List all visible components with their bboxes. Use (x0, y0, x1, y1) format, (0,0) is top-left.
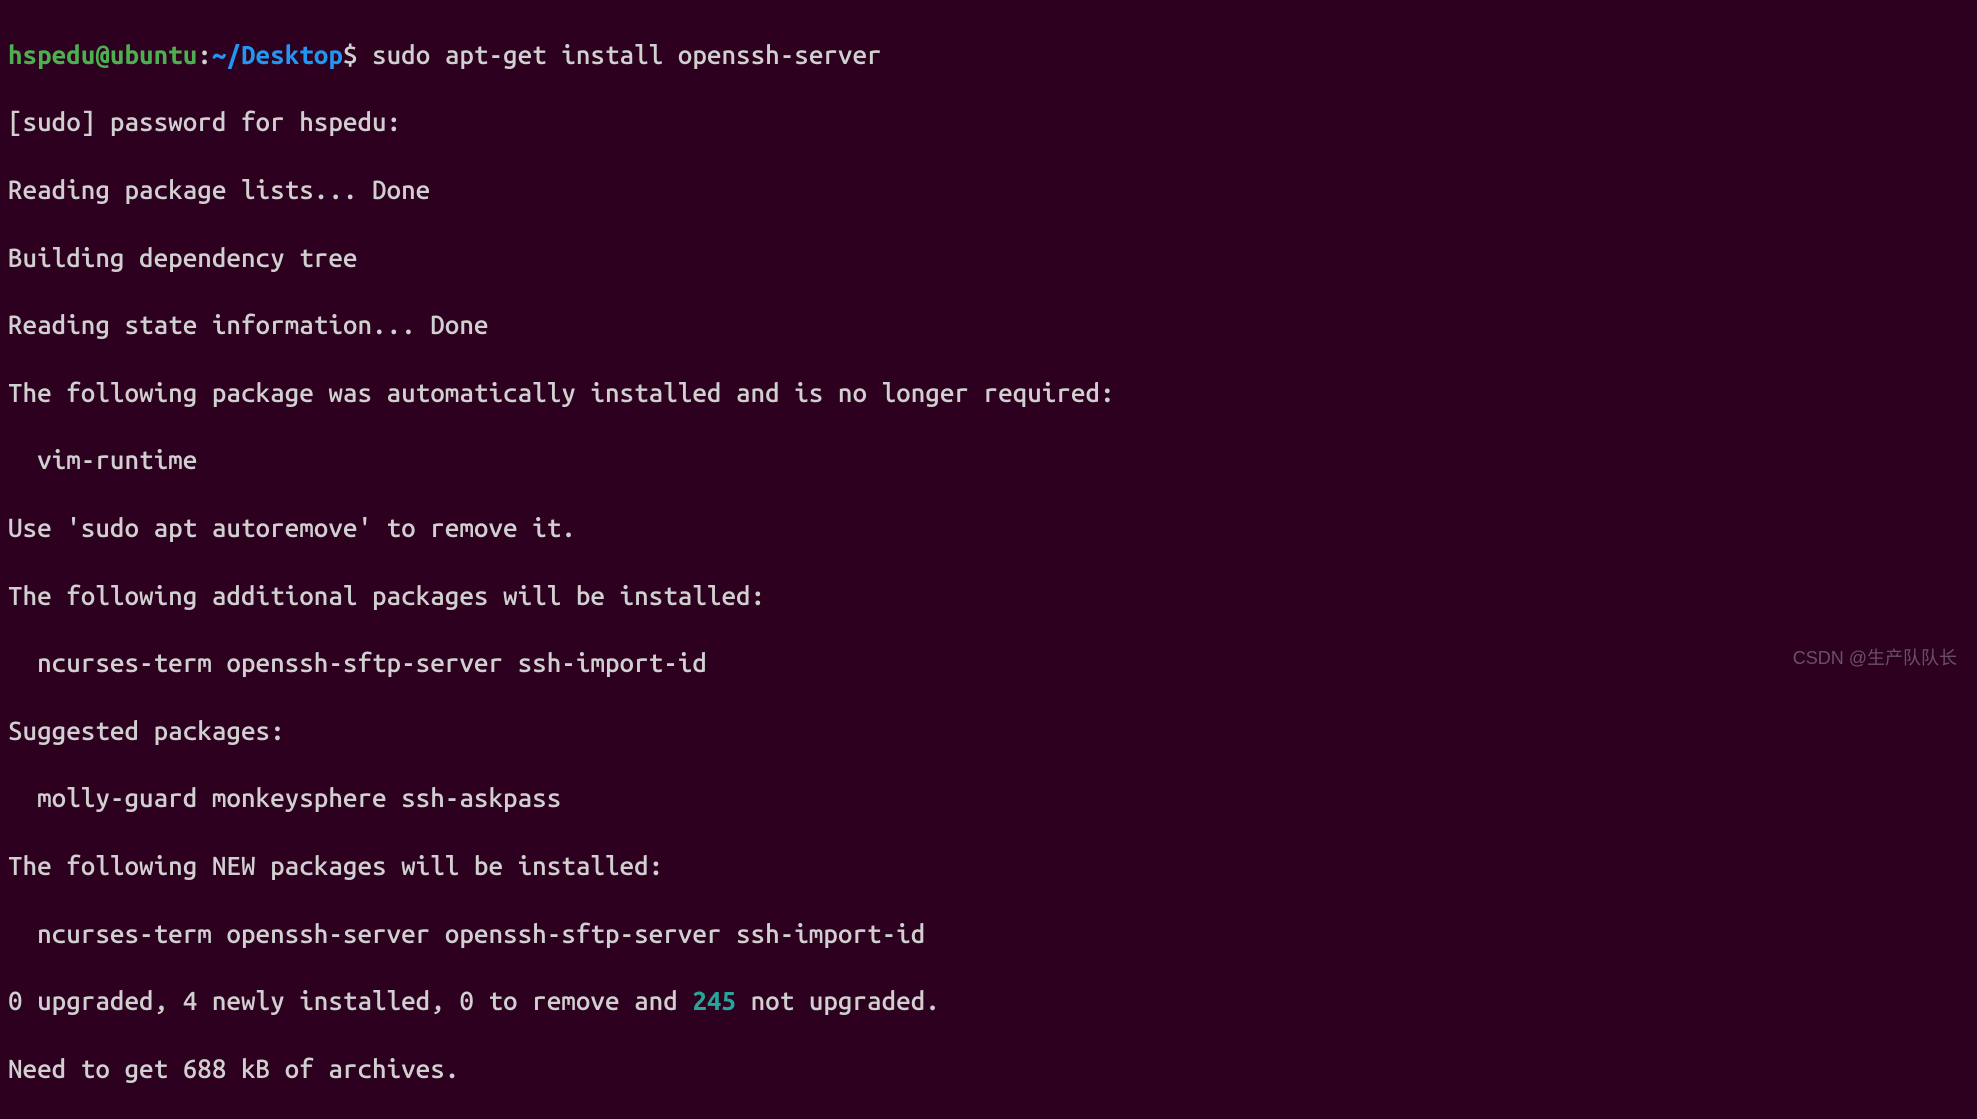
output-line: Suggested packages: (8, 714, 1969, 748)
command-text: sudo apt-get install openssh-server (372, 40, 882, 69)
output-line: Building dependency tree (8, 241, 1969, 275)
output-line: ncurses-term openssh-server openssh-sftp… (8, 917, 1969, 951)
output-line: The following additional packages will b… (8, 579, 1969, 613)
output-line: Use 'sudo apt autoremove' to remove it. (8, 511, 1969, 545)
output-line: Reading state information... Done (8, 308, 1969, 342)
output-line: 0 upgraded, 4 newly installed, 0 to remo… (8, 984, 1969, 1018)
output-text: not upgraded. (736, 986, 940, 1015)
output-line: ncurses-term openssh-sftp-server ssh-imp… (8, 646, 1969, 680)
output-line: The following NEW packages will be insta… (8, 849, 1969, 883)
terminal-output[interactable]: hspedu@ubuntu:~/Desktop$ sudo apt-get in… (8, 4, 1969, 1119)
prompt-line: hspedu@ubuntu:~/Desktop$ sudo apt-get in… (8, 38, 1969, 72)
output-text: 0 upgraded, 4 newly installed, 0 to remo… (8, 986, 692, 1015)
output-line: The following package was automatically … (8, 376, 1969, 410)
highlight-number: 245 (692, 986, 736, 1015)
path: ~/Desktop (212, 40, 343, 69)
output-line: molly-guard monkeysphere ssh-askpass (8, 781, 1969, 815)
output-line: vim-runtime (8, 443, 1969, 477)
watermark: CSDN @生产队队长 (1793, 647, 1957, 670)
dollar: $ (343, 40, 372, 69)
user-host: hspedu@ubuntu (8, 40, 197, 69)
output-line: Need to get 688 kB of archives. (8, 1052, 1969, 1086)
colon: : (197, 40, 212, 69)
output-line: Reading package lists... Done (8, 173, 1969, 207)
output-line: [sudo] password for hspedu: (8, 105, 1969, 139)
